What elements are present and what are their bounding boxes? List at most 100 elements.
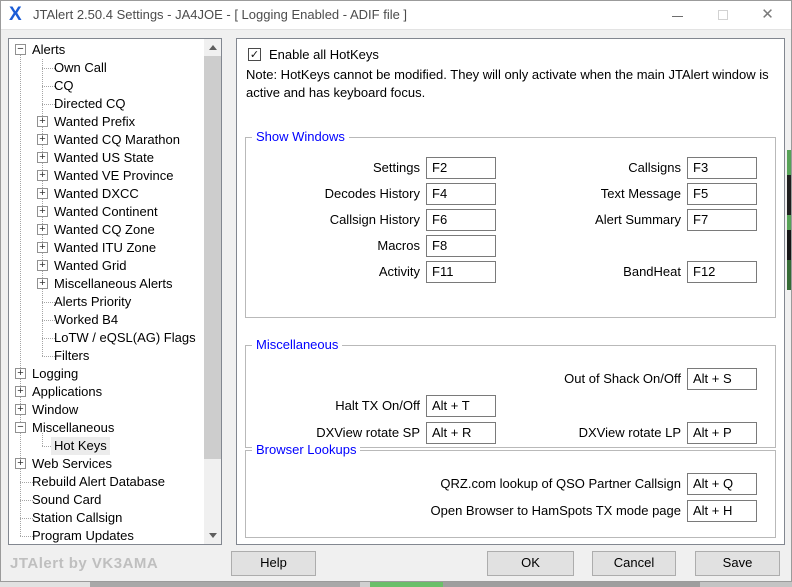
tree-item-applications[interactable]: + Applications: [9, 383, 203, 401]
tree-item-label[interactable]: Wanted DXCC: [51, 185, 142, 203]
help-button[interactable]: Help: [231, 551, 316, 576]
tree-item-lotw-eqsl-ag-flags[interactable]: LoTW / eQSL(AG) Flags: [9, 329, 203, 347]
close-button[interactable]: ✕: [745, 0, 790, 30]
background-sliver: [787, 150, 792, 290]
tree-item-web-services[interactable]: + Web Services: [9, 455, 203, 473]
tree-item-window[interactable]: + Window: [9, 401, 203, 419]
hotkey-field: F5: [687, 183, 757, 205]
hotkey-row: Callsign History F6 Alert Summary F7: [246, 209, 775, 231]
tree-item-wanted-cq-zone[interactable]: + Wanted CQ Zone: [9, 221, 203, 239]
hotkey-row: QRZ.com lookup of QSO Partner Callsign Al…: [246, 473, 775, 495]
cancel-button[interactable]: Cancel: [592, 551, 676, 576]
hotkey-field: Alt + T: [426, 395, 496, 417]
tree-item-filters[interactable]: Filters: [9, 347, 203, 365]
expand-icon[interactable]: +: [37, 116, 48, 127]
tree-item-label[interactable]: Wanted US State: [51, 149, 157, 167]
ok-button[interactable]: OK: [487, 551, 574, 576]
settings-tree: − Alerts Own Call CQ Directed CQ + Wanted Pref…: [9, 39, 221, 544]
miscellaneous-group: Miscellaneous Out of Shack On/Off Alt + S…: [245, 337, 776, 448]
tree-item-wanted-us-state[interactable]: + Wanted US State: [9, 149, 203, 167]
collapse-icon[interactable]: −: [15, 422, 26, 433]
tree-item-label[interactable]: Rebuild Alert Database: [29, 473, 168, 491]
tree-item-label[interactable]: Web Services: [29, 455, 115, 473]
expand-icon[interactable]: +: [15, 386, 26, 397]
tree-item-program-updates[interactable]: Program Updates: [9, 527, 203, 544]
tree-item-rebuild-alert-database[interactable]: Rebuild Alert Database: [9, 473, 203, 491]
tree-item-station-callsign[interactable]: Station Callsign: [9, 509, 203, 527]
tree-item-label[interactable]: Program Updates: [29, 527, 137, 544]
tree-scrollbar[interactable]: [204, 39, 221, 544]
miscellaneous-group-title: Miscellaneous: [252, 337, 343, 352]
tree-item-label[interactable]: Wanted Prefix: [51, 113, 138, 131]
tree-item-label[interactable]: Miscellaneous: [29, 419, 117, 437]
close-icon: ✕: [761, 6, 774, 23]
collapse-icon[interactable]: −: [15, 44, 26, 55]
tree-item-label[interactable]: Applications: [29, 383, 105, 401]
tree-item-label[interactable]: Wanted Continent: [51, 203, 161, 221]
tree-item-label[interactable]: Logging: [29, 365, 81, 383]
tree-item-label[interactable]: Hot Keys: [51, 437, 110, 455]
tree-item-alerts-priority[interactable]: Alerts Priority: [9, 293, 203, 311]
tree-item-own-call[interactable]: Own Call: [9, 59, 203, 77]
hotkey-row: Halt TX On/Off Alt + T: [246, 395, 775, 417]
maximize-button: [700, 0, 745, 30]
tree-item-label[interactable]: Own Call: [51, 59, 110, 77]
tree-item-label[interactable]: Window: [29, 401, 81, 419]
expand-icon[interactable]: +: [37, 224, 48, 235]
expand-icon[interactable]: +: [37, 278, 48, 289]
save-button[interactable]: Save: [695, 551, 780, 576]
hotkey-label: Text Message: [600, 186, 681, 201]
expand-icon[interactable]: +: [15, 458, 26, 469]
tree-item-alerts[interactable]: − Alerts: [9, 41, 203, 59]
tree-item-wanted-prefix[interactable]: + Wanted Prefix: [9, 113, 203, 131]
hotkey-field: F7: [687, 209, 757, 231]
tree-item-label[interactable]: Station Callsign: [29, 509, 125, 527]
tree-item-hot-keys[interactable]: Hot Keys: [9, 437, 203, 455]
tree-item-sound-card[interactable]: Sound Card: [9, 491, 203, 509]
hotkey-field: F12: [687, 261, 757, 283]
scroll-up-button[interactable]: [204, 39, 221, 56]
tree-item-wanted-grid[interactable]: + Wanted Grid: [9, 257, 203, 275]
minimize-button[interactable]: [655, 0, 700, 30]
scrollbar-thumb[interactable]: [204, 56, 221, 459]
scroll-down-button[interactable]: [204, 527, 221, 544]
tree-item-miscellaneous-alerts[interactable]: + Miscellaneous Alerts: [9, 275, 203, 293]
expand-icon[interactable]: +: [37, 134, 48, 145]
hotkey-field: Alt + Q: [687, 473, 757, 495]
tree-item-label[interactable]: Wanted Grid: [51, 257, 130, 275]
tree-item-wanted-itu-zone[interactable]: + Wanted ITU Zone: [9, 239, 203, 257]
tree-item-label[interactable]: Wanted CQ Zone: [51, 221, 158, 239]
tree-item-directed-cq[interactable]: Directed CQ: [9, 95, 203, 113]
expand-icon[interactable]: +: [37, 206, 48, 217]
tree-item-label[interactable]: Directed CQ: [51, 95, 129, 113]
expand-icon[interactable]: +: [15, 404, 26, 415]
hotkey-label: Macros: [377, 238, 420, 253]
expand-icon[interactable]: +: [15, 368, 26, 379]
expand-icon[interactable]: +: [37, 152, 48, 163]
tree-item-label[interactable]: LoTW / eQSL(AG) Flags: [51, 329, 199, 347]
hotkeys-settings-panel: ✓ Enable all HotKeys Note: HotKeys canno…: [236, 38, 785, 545]
tree-item-label[interactable]: Sound Card: [29, 491, 104, 509]
tree-item-miscellaneous[interactable]: − Miscellaneous: [9, 419, 203, 437]
tree-item-worked-b4[interactable]: Worked B4: [9, 311, 203, 329]
expand-icon[interactable]: +: [37, 260, 48, 271]
tree-item-label[interactable]: Wanted VE Province: [51, 167, 176, 185]
enable-all-hotkeys-checkbox[interactable]: ✓: [248, 48, 261, 61]
tree-item-label[interactable]: Miscellaneous Alerts: [51, 275, 176, 293]
tree-item-cq[interactable]: CQ: [9, 77, 203, 95]
tree-item-wanted-cq-marathon[interactable]: + Wanted CQ Marathon: [9, 131, 203, 149]
expand-icon[interactable]: +: [37, 188, 48, 199]
tree-item-label[interactable]: Wanted ITU Zone: [51, 239, 159, 257]
tree-item-logging[interactable]: + Logging: [9, 365, 203, 383]
tree-item-label[interactable]: Filters: [51, 347, 92, 365]
tree-item-label[interactable]: Worked B4: [51, 311, 121, 329]
expand-icon[interactable]: +: [37, 170, 48, 181]
tree-item-label[interactable]: Alerts: [29, 41, 68, 59]
tree-item-wanted-ve-province[interactable]: + Wanted VE Province: [9, 167, 203, 185]
tree-item-label[interactable]: CQ: [51, 77, 77, 95]
tree-item-label[interactable]: Wanted CQ Marathon: [51, 131, 183, 149]
tree-item-wanted-continent[interactable]: + Wanted Continent: [9, 203, 203, 221]
expand-icon[interactable]: +: [37, 242, 48, 253]
tree-item-wanted-dxcc[interactable]: + Wanted DXCC: [9, 185, 203, 203]
tree-item-label[interactable]: Alerts Priority: [51, 293, 134, 311]
